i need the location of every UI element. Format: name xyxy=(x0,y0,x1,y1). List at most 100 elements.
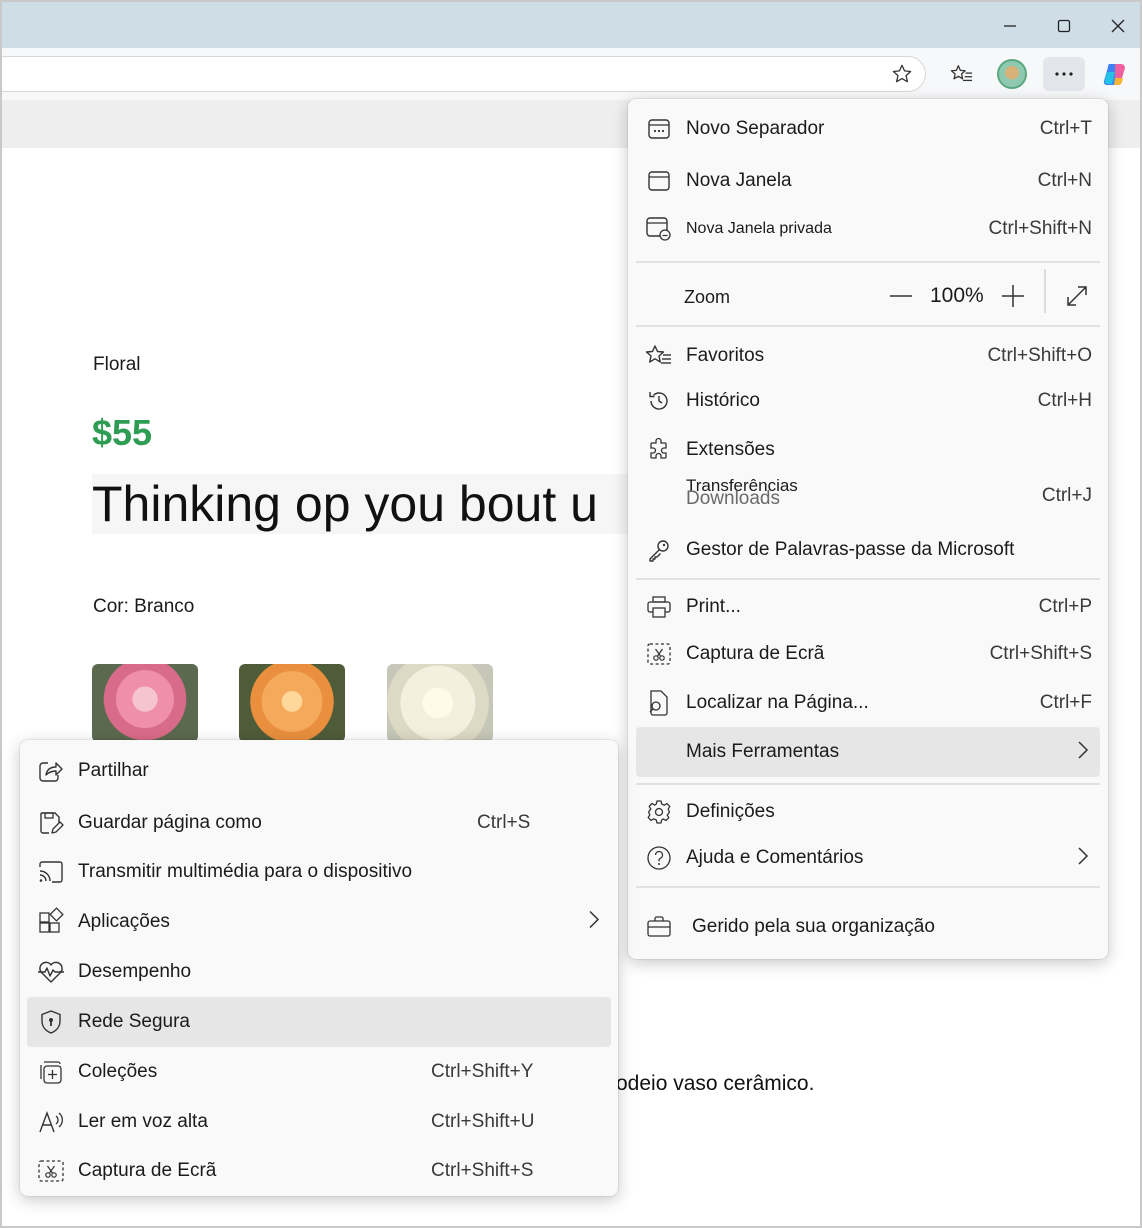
menu-item-settings[interactable]: Definições xyxy=(636,790,1100,834)
color-label: Cor: Branco xyxy=(93,596,195,617)
menu-item-label: Localizar na Página... xyxy=(686,692,869,713)
collections-icon xyxy=(37,1058,65,1086)
title-bar xyxy=(2,2,1140,52)
screenshot-icon xyxy=(646,641,672,667)
screenshot-icon xyxy=(37,1157,65,1185)
maximize-icon xyxy=(1057,19,1071,33)
menu-item-label: Histórico xyxy=(686,390,760,411)
menu-item-label: Aplicações xyxy=(78,911,170,932)
share-icon xyxy=(37,757,65,785)
submenu-item-save-page[interactable]: Guardar página como Ctrl+S xyxy=(27,799,611,847)
menu-item-label: Favoritos xyxy=(686,345,765,366)
menu-item-new-tab[interactable]: Novo Separador Ctrl+T xyxy=(636,107,1100,151)
zoom-in-button[interactable] xyxy=(998,281,1028,311)
menu-item-more-tools[interactable]: Mais Ferramentas xyxy=(636,727,1100,777)
menu-item-extensions[interactable]: Extensões xyxy=(636,428,1100,472)
menu-item-shortcut: Ctrl+Shift+N xyxy=(988,218,1092,239)
submenu-item-share[interactable]: Partilhar xyxy=(27,747,611,795)
apps-icon xyxy=(37,907,65,936)
menu-item-label: Gestor de Palavras-passe da Microsoft xyxy=(686,539,1015,560)
menu-item-shortcut: Ctrl+S xyxy=(477,812,531,833)
menu-item-shortcut: Ctrl+Shift+S xyxy=(431,1160,534,1181)
menu-item-new-private-window[interactable]: Nova Janela privada Ctrl+Shift+N xyxy=(636,207,1100,251)
zoom-out-button[interactable] xyxy=(886,281,916,311)
menu-item-label: Coleções xyxy=(78,1061,158,1082)
chevron-right-icon xyxy=(1078,846,1089,870)
settings-and-more-menu: Novo Separador Ctrl+T Nova Janela Ctrl+N… xyxy=(628,99,1108,959)
menu-item-print[interactable]: Print... Ctrl+P xyxy=(636,585,1100,629)
menu-item-shortcut: Ctrl+T xyxy=(1039,118,1092,139)
add-favorite-button[interactable] xyxy=(885,57,919,91)
history-icon xyxy=(646,388,672,414)
heart-pulse-icon xyxy=(37,958,65,986)
menu-item-label: Gerido pela sua organização xyxy=(692,916,935,937)
product-price: $55 xyxy=(92,412,153,453)
menu-item-label: Desempenho xyxy=(78,961,192,982)
menu-item-label: Mais Ferramentas xyxy=(686,741,840,762)
menu-item-help[interactable]: Ajuda e Comentários xyxy=(636,836,1100,880)
new-window-icon xyxy=(646,168,672,194)
print-icon xyxy=(646,594,672,620)
chevron-right-icon xyxy=(1078,740,1089,764)
zoom-row: Zoom 100% xyxy=(636,269,1100,321)
menu-item-favorites[interactable]: Favoritos Ctrl+Shift+O xyxy=(636,334,1100,378)
menu-item-managed-by-org[interactable]: Gerido pela sua organização xyxy=(636,905,1100,949)
menu-item-shortcut: Ctrl+F xyxy=(1039,692,1092,713)
menu-item-label: Downloads xyxy=(686,488,780,509)
product-category: Floral xyxy=(93,354,141,375)
menu-item-password-manager[interactable]: Gestor de Palavras-passe da Microsoft xyxy=(636,528,1100,572)
zoom-separator xyxy=(1044,269,1046,313)
submenu-item-collections[interactable]: Coleções Ctrl+Shift+Y xyxy=(27,1048,611,1096)
menu-item-find-on-page[interactable]: Localizar na Página... Ctrl+F xyxy=(636,681,1100,725)
help-icon xyxy=(646,845,672,871)
star-icon xyxy=(892,64,912,83)
menu-item-label: Print... xyxy=(686,596,741,617)
copilot-button[interactable] xyxy=(1098,57,1132,91)
submenu-item-apps[interactable]: Aplicações xyxy=(27,898,611,946)
submenu-item-read-aloud[interactable]: Ler em voz alta Ctrl+Shift+U xyxy=(27,1098,611,1146)
fullscreen-button[interactable] xyxy=(1060,279,1094,313)
menu-item-shortcut: Ctrl+H xyxy=(1037,390,1092,411)
submenu-item-secure-network[interactable]: Rede Segura xyxy=(27,997,611,1047)
submenu-item-cast[interactable]: Transmitir multimédia para o dispositivo xyxy=(27,848,611,896)
product-description: odeio vaso cerâmico. xyxy=(616,1072,815,1095)
menu-item-new-window[interactable]: Nova Janela Ctrl+N xyxy=(636,159,1100,203)
menu-item-shortcut: Ctrl+Shift+S xyxy=(989,643,1092,664)
submenu-item-performance[interactable]: Desempenho xyxy=(27,948,611,996)
menu-item-label: Nova Janela xyxy=(686,170,792,191)
more-icon xyxy=(1055,72,1073,76)
menu-item-shortcut: Ctrl+P xyxy=(1038,596,1092,617)
menu-item-label: Novo Separador xyxy=(686,118,825,139)
menu-item-downloads[interactable]: Transferências Downloads Ctrl+J xyxy=(636,475,1100,519)
menu-item-label: Captura de Ecrã xyxy=(686,643,825,664)
minimize-button[interactable] xyxy=(992,10,1028,42)
close-icon xyxy=(1111,19,1125,33)
chevron-right-icon xyxy=(589,910,600,934)
menu-item-label: Captura de Ecrã xyxy=(78,1160,217,1181)
save-icon xyxy=(37,809,65,837)
submenu-item-screenshot[interactable]: Captura de Ecrã Ctrl+Shift+S xyxy=(27,1147,611,1195)
menu-item-shortcut: Ctrl+Shift+O xyxy=(987,345,1092,366)
color-swatch-white[interactable] xyxy=(387,664,493,742)
shield-icon xyxy=(37,1008,65,1036)
profile-button[interactable] xyxy=(995,57,1029,91)
menu-item-label: Nova Janela privada xyxy=(686,220,832,237)
menu-item-screenshot[interactable]: Captura de Ecrã Ctrl+Shift+S xyxy=(636,632,1100,676)
maximize-button[interactable] xyxy=(1046,10,1082,42)
menu-item-label: Rede Segura xyxy=(78,1011,190,1032)
menu-divider xyxy=(636,261,1100,263)
color-swatch-orange[interactable] xyxy=(239,664,345,742)
menu-item-label: Ler em voz alta xyxy=(78,1111,208,1132)
favorites-button[interactable] xyxy=(945,57,979,91)
cast-icon xyxy=(37,858,65,886)
menu-item-shortcut: Ctrl+Shift+U xyxy=(431,1111,535,1132)
color-swatch-pink[interactable] xyxy=(92,664,198,742)
minimize-icon xyxy=(1004,25,1016,27)
menu-item-label: Transmitir multimédia para o dispositivo xyxy=(78,861,413,882)
menu-item-history[interactable]: Histórico Ctrl+H xyxy=(636,379,1100,423)
find-icon xyxy=(646,690,672,716)
close-button[interactable] xyxy=(1100,10,1136,42)
address-bar[interactable] xyxy=(2,56,926,92)
more-button[interactable] xyxy=(1043,57,1085,91)
product-title: Thinking op you bout u xyxy=(92,474,628,534)
